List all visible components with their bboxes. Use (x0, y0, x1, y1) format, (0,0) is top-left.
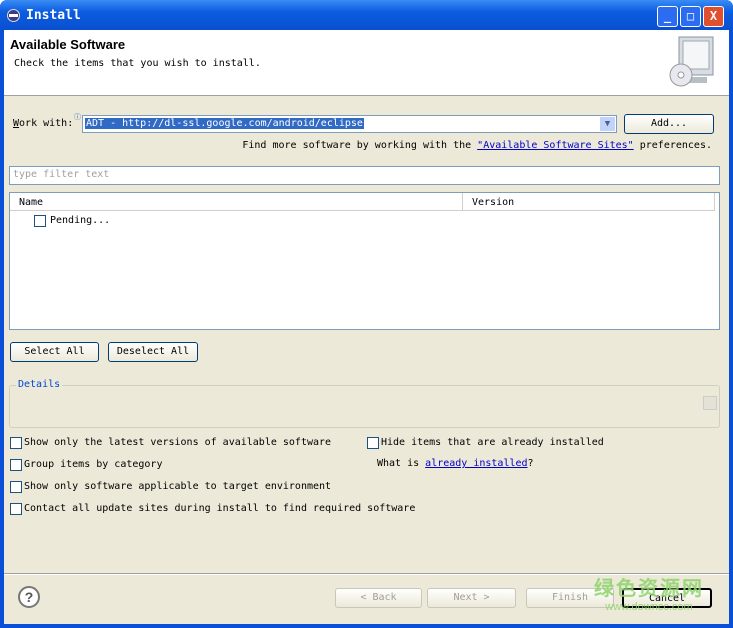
checkbox[interactable] (10, 503, 22, 515)
filter-input[interactable]: type filter text (9, 166, 720, 185)
dialog-body: Available Software Check the items that … (4, 30, 729, 624)
add-site-button[interactable]: Add... (624, 114, 714, 134)
chevron-down-icon[interactable]: ▼ (600, 117, 615, 131)
install-window: Install _ □ X Available Software Check t… (0, 0, 733, 628)
deselect-all-button[interactable]: Deselect All (108, 342, 198, 362)
install-monitor-icon (669, 36, 714, 87)
available-software-sites-link[interactable]: "Available Software Sites" (477, 140, 634, 151)
back-button[interactable]: < Back (335, 588, 422, 608)
title-bar: Install _ □ X (0, 0, 733, 30)
work-with-label: Work with: (13, 118, 74, 129)
already-installed-link[interactable]: already installed (425, 458, 527, 469)
software-tree: Name Version Pending... (9, 192, 720, 330)
window-title: Install (26, 8, 81, 23)
what-is-installed-text: What is already installed? (377, 458, 534, 469)
info-icon: ⓘ (74, 113, 81, 121)
checkbox[interactable] (34, 215, 46, 227)
column-header-name[interactable]: Name (10, 193, 463, 211)
minimize-button[interactable]: _ (657, 6, 678, 27)
next-button[interactable]: Next > (427, 588, 516, 608)
details-scrollbar[interactable] (703, 396, 717, 410)
details-group: Details (9, 379, 720, 428)
close-button[interactable]: X (703, 6, 724, 27)
checkbox[interactable] (10, 459, 22, 471)
work-with-value: ADT - http://dl-ssl.google.com/android/e… (85, 118, 364, 129)
help-icon[interactable]: ? (18, 586, 40, 608)
select-all-button[interactable]: Select All (10, 342, 99, 362)
dialog-header: Available Software Check the items that … (4, 30, 729, 96)
details-label: Details (16, 379, 63, 390)
eclipse-icon (7, 9, 20, 22)
checkbox[interactable] (367, 437, 379, 449)
page-title: Available Software (10, 37, 126, 52)
page-subtitle: Check the items that you wish to install… (14, 58, 261, 69)
checkbox[interactable] (10, 481, 22, 493)
find-more-text: Find more software by working with the "… (242, 140, 712, 151)
work-with-combo[interactable]: ADT - http://dl-ssl.google.com/android/e… (82, 115, 617, 133)
column-header-version[interactable]: Version (463, 193, 715, 211)
watermark: 绿色资源网 www.downcc.com (594, 578, 704, 613)
maximize-button[interactable]: □ (680, 6, 701, 27)
checkbox[interactable] (10, 437, 22, 449)
